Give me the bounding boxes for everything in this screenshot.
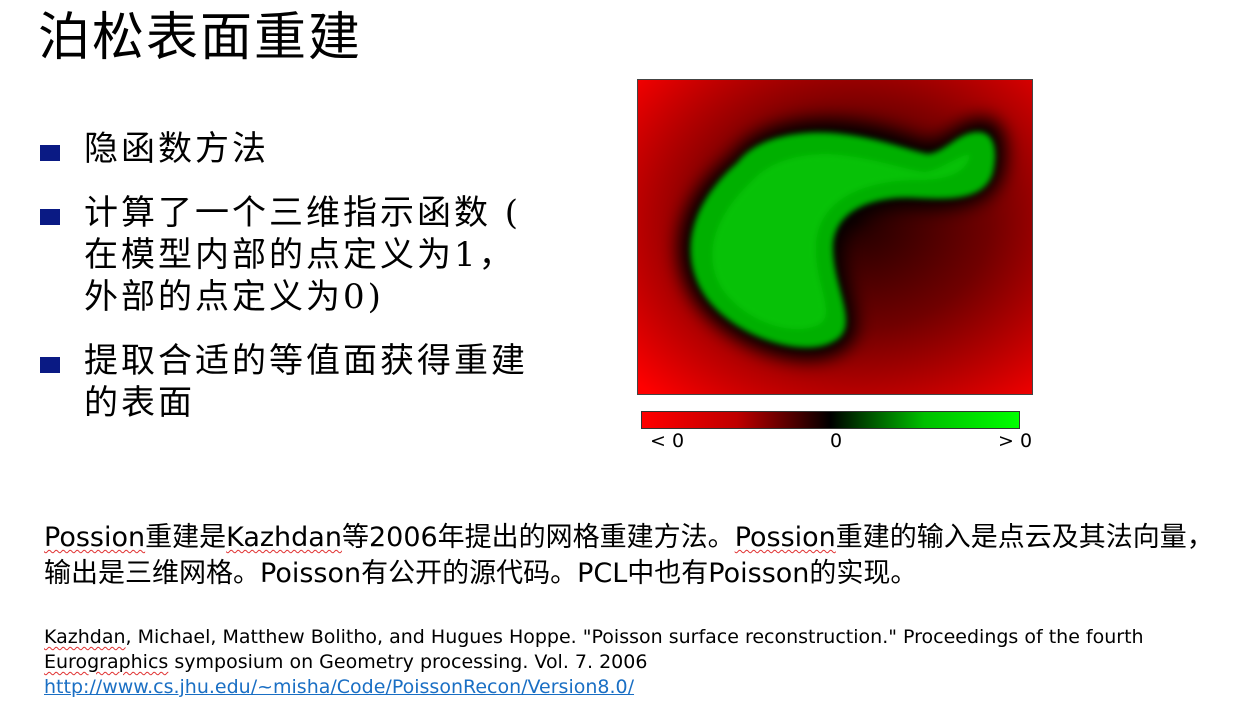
square-bullet-icon [40, 145, 60, 161]
bullet-item: 隐函数方法 [40, 128, 550, 170]
colorbar [641, 411, 1020, 429]
citation-text: , Michael, Matthew Bolitho, and Hugues H… [125, 626, 1144, 648]
indicator-function-image [637, 79, 1033, 395]
bullet-item: 提取合适的等值面获得重建的表面 [40, 340, 550, 424]
colorbar-min-label: < 0 [650, 430, 685, 452]
description-paragraph: Possion重建是Kazhdan等2006年提出的网格重建方法。Possion… [44, 520, 1234, 592]
citation-text: symposium on Geometry processing. Vol. 7… [168, 651, 648, 673]
paragraph-word: Possion [734, 522, 836, 553]
paragraph-text: 等2006年提出的网格重建方法。 [341, 522, 735, 553]
citation-author: Kazhdan [44, 626, 126, 648]
reference-citation: Kazhdan, Michael, Matthew Bolitho, and H… [44, 625, 1224, 700]
colorbar-mid-label: 0 [830, 430, 843, 452]
square-bullet-icon [40, 209, 60, 225]
bullet-item: 计算了一个三维指示函数 ( 在模型内部的点定义为1， 外部的点定义为0) [40, 192, 550, 318]
paragraph-text: 重建是 [145, 522, 227, 553]
bullet-text: 隐函数方法 [84, 129, 269, 169]
citation-venue: Eurographics [44, 651, 169, 673]
paragraph-word: Kazhdan [226, 522, 342, 553]
bullet-text: 计算了一个三维指示函数 ( 在模型内部的点定义为1， 外部的点定义为0) [84, 193, 522, 317]
bullet-text: 提取合适的等值面获得重建的表面 [84, 341, 528, 423]
colorbar-max-label: > 0 [998, 430, 1033, 452]
square-bullet-icon [40, 357, 60, 373]
reference-link[interactable]: http://www.cs.jhu.edu/~misha/Code/Poisso… [44, 676, 634, 698]
bullet-list: 隐函数方法 计算了一个三维指示函数 ( 在模型内部的点定义为1， 外部的点定义为… [40, 128, 550, 446]
paragraph-word: Possion [44, 522, 146, 553]
slide-title: 泊松表面重建 [38, 8, 363, 68]
